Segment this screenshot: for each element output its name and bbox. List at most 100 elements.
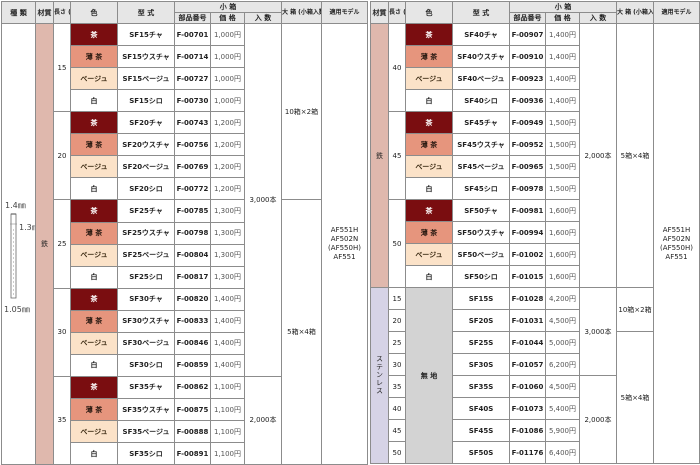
price-cell: 1,200円: [210, 110, 245, 135]
color-swatch: 薄 茶: [405, 45, 453, 68]
model-cell: SF45チャ: [452, 111, 510, 134]
price-cell: 1,500円: [545, 111, 580, 134]
part-number-cell: F-01044: [509, 331, 546, 354]
model-cell: SF50シロ: [452, 265, 510, 288]
model-cell: SF35S: [452, 375, 510, 398]
price-cell: 1,500円: [545, 133, 580, 156]
price-cell: 1,400円: [210, 331, 245, 355]
qty-cell: 2,000本: [579, 23, 617, 288]
applicable-model: AF551H: [330, 226, 359, 234]
part-number-cell: F-00756: [174, 133, 211, 157]
part-number-cell: F-00730: [174, 89, 211, 112]
dim-side-label: 1.3㎜: [19, 223, 35, 232]
part-number-cell: F-01015: [509, 265, 546, 288]
header-applicable-r: 適用モデル: [653, 1, 700, 24]
model-cell: SF45S: [452, 419, 510, 442]
price-cell: 1,200円: [210, 177, 245, 201]
model-cell: SF20チャ: [117, 110, 175, 135]
model-cell: SF40S: [452, 397, 510, 420]
model-cell: SF15チャ: [117, 23, 175, 46]
price-cell: 1,300円: [210, 199, 245, 223]
price-cell: 6,400円: [545, 441, 580, 464]
table-row: 1.4㎜1.3㎜1.05㎜鉄15茶SF15チャF-007011,000円3,00…: [1, 22, 368, 465]
right-spec-table: 材質 長さ (㎜) 色 型 式 小 箱 大 箱 (小箱入数) 適用モデル 部品番…: [370, 1, 700, 464]
color-swatch: 薄 茶: [405, 133, 453, 156]
color-swatch: 白: [70, 89, 118, 112]
price-cell: 1,300円: [210, 265, 245, 289]
model-cell: SF30ウスチャ: [117, 309, 175, 333]
header-part-no-r: 部品番号: [509, 12, 546, 24]
header-length-r: 長さ (㎜): [388, 1, 406, 24]
header-applicable: 適用モデル: [321, 1, 368, 24]
color-swatch: 白: [405, 177, 453, 200]
price-cell: 1,400円: [210, 353, 245, 377]
length-cell: 20: [53, 110, 71, 201]
color-swatch: 薄 茶: [405, 221, 453, 244]
left-spec-table: 種 類 材質 長さ (㎜) 色 型 式 小 箱 大 箱 (小箱入数) 適用モデル…: [1, 1, 368, 465]
model-cell: SF25ベージュ: [117, 243, 175, 267]
model-cell: SF30S: [452, 353, 510, 376]
part-number-cell: F-01028: [509, 287, 546, 310]
price-cell: 5,400円: [545, 397, 580, 420]
price-cell: 4,500円: [545, 375, 580, 398]
part-number-cell: F-00875: [174, 398, 211, 421]
part-number-cell: F-00743: [174, 110, 211, 135]
part-number-cell: F-00888: [174, 420, 211, 443]
model-cell: SF35シロ: [117, 442, 175, 465]
length-cell: 30: [53, 287, 71, 377]
price-cell: 1,100円: [210, 442, 245, 465]
price-cell: 1,600円: [545, 265, 580, 288]
header-qty: 入 数: [244, 12, 282, 24]
model-cell: SF45シロ: [452, 177, 510, 200]
part-number-cell: F-01176: [509, 441, 546, 464]
part-number-cell: F-00817: [174, 265, 211, 289]
price-cell: 1,300円: [210, 221, 245, 245]
header-kind: 種 類: [1, 1, 36, 24]
part-number-cell: F-00891: [174, 442, 211, 465]
price-cell: 1,400円: [545, 67, 580, 90]
header-small-box: 小 箱: [174, 1, 282, 13]
color-swatch: ベージュ: [70, 67, 118, 90]
part-number-cell: F-01060: [509, 375, 546, 398]
part-number-cell: F-00978: [509, 177, 546, 200]
model-cell: SF35ウスチャ: [117, 398, 175, 421]
color-swatch: 茶: [70, 23, 118, 46]
color-swatch: 白: [70, 265, 118, 289]
color-swatch-plain: 無 地: [405, 287, 453, 464]
part-number-cell: F-00952: [509, 133, 546, 156]
model-cell: SF50ウスチャ: [452, 221, 510, 244]
model-cell: SF40ウスチャ: [452, 45, 510, 68]
color-swatch: 薄 茶: [70, 45, 118, 68]
table-row: 25 茶 SF25チャ F-00785 1,300円 5箱×4箱: [2, 199, 368, 465]
model-cell: SF20ベージュ: [117, 155, 175, 179]
length-cell: 35: [53, 375, 71, 465]
part-number-cell: F-00701: [174, 23, 211, 46]
color-swatch: 茶: [405, 199, 453, 222]
color-swatch: 薄 茶: [70, 133, 118, 157]
qty-cell: 3,000本: [244, 23, 282, 377]
color-swatch: ベージュ: [70, 420, 118, 443]
model-cell: SF25シロ: [117, 265, 175, 289]
part-number-cell: F-00785: [174, 199, 211, 223]
big-box-cell: 5箱×4箱: [281, 199, 322, 465]
part-number-cell: F-00936: [509, 89, 546, 112]
part-number-cell: F-00798: [174, 221, 211, 245]
color-swatch: 白: [70, 442, 118, 465]
model-cell: SF15シロ: [117, 89, 175, 112]
length-cell: 15: [53, 23, 71, 112]
big-box-cell: 10箱×2箱: [281, 22, 322, 201]
part-number-cell: F-00769: [174, 155, 211, 179]
qty-cell: 2,000本: [579, 375, 617, 464]
part-number-cell: F-00859: [174, 353, 211, 377]
color-swatch: ベージュ: [405, 67, 453, 90]
price-cell: 5,900円: [545, 419, 580, 442]
price-cell: 5,000円: [545, 331, 580, 354]
part-number-cell: F-01057: [509, 353, 546, 376]
model-cell: SF15S: [452, 287, 510, 310]
length-cell: 35: [388, 375, 406, 398]
part-number-cell: F-00727: [174, 67, 211, 90]
staple-diagram: 1.4㎜ 1.3㎜ 1.05㎜: [1, 23, 36, 465]
color-swatch: 茶: [405, 23, 453, 46]
part-number-cell: F-00862: [174, 375, 211, 400]
price-cell: 1,000円: [210, 67, 245, 90]
